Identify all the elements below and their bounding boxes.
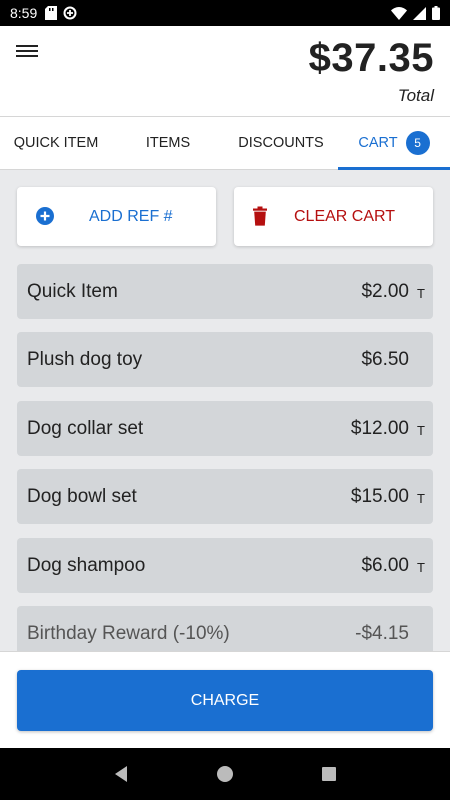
add-ref-button[interactable]: ADD REF # — [17, 187, 216, 246]
tax-indicator: T — [417, 491, 425, 506]
tab-label: CART — [358, 135, 398, 151]
charge-button[interactable]: CHARGE — [17, 670, 433, 731]
tax-indicator: T — [417, 560, 425, 575]
status-time: 8:59 — [10, 5, 38, 21]
item-price: $6.00 — [361, 554, 409, 576]
charge-label: CHARGE — [190, 691, 260, 709]
discount-amount: -$4.15 — [355, 622, 409, 644]
cart-list[interactable]: ADD REF # CLEAR CART Quick Item $2.00 T … — [0, 170, 450, 651]
status-bar: 8:59 — [0, 0, 450, 26]
tab-quick-item[interactable]: QUICK ITEM — [0, 117, 112, 169]
tab-cart[interactable]: CART 5 — [338, 117, 450, 170]
item-price: $15.00 — [350, 485, 409, 507]
add-ref-label: ADD REF # — [89, 207, 173, 225]
total-amount: $37.35 — [308, 36, 434, 80]
tab-items[interactable]: ITEMS — [112, 117, 224, 169]
wifi-icon — [391, 6, 407, 20]
tax-indicator: T — [417, 286, 425, 301]
home-circle-icon — [216, 766, 233, 782]
status-left-icons — [45, 6, 77, 20]
tab-label: DISCOUNTS — [238, 135, 324, 151]
cart-item-row[interactable]: Dog collar set $12.00 T — [17, 401, 433, 456]
signal-icon — [413, 6, 426, 20]
cart-item-row[interactable]: Dog shampoo $6.00 T — [17, 538, 433, 593]
cart-count-badge: 5 — [405, 131, 430, 155]
app-header: $37.35 Total — [0, 26, 450, 117]
back-button[interactable] — [113, 765, 129, 783]
recents-square-icon — [321, 767, 336, 781]
total-label: Total — [397, 86, 434, 105]
back-triangle-icon — [115, 766, 128, 782]
hamburger-menu-icon[interactable] — [16, 42, 38, 60]
item-price: $12.00 — [350, 417, 409, 439]
item-name: Plush dog toy — [27, 348, 143, 370]
trash-icon — [253, 206, 267, 226]
tab-bar: QUICK ITEM ITEMS DISCOUNTS CART 5 — [0, 117, 450, 170]
plus-circle-icon — [36, 207, 54, 225]
item-name: Quick Item — [27, 280, 118, 302]
sd-card-icon — [45, 6, 58, 20]
item-name: Dog shampoo — [27, 554, 146, 576]
status-right-icons — [391, 6, 440, 20]
discount-name: Birthday Reward (-10%) — [27, 622, 230, 644]
tab-label: QUICK ITEM — [13, 135, 99, 151]
cart-item-row[interactable]: Quick Item $2.00 T — [17, 264, 433, 319]
checkout-bar: CHARGE — [0, 651, 450, 748]
tab-discounts[interactable]: DISCOUNTS — [224, 117, 338, 169]
data-saver-icon — [63, 6, 77, 20]
battery-icon — [432, 6, 440, 20]
item-name: Dog collar set — [27, 417, 144, 439]
item-name: Dog bowl set — [27, 485, 137, 507]
discount-row[interactable]: Birthday Reward (-10%) -$4.15 — [17, 606, 433, 651]
clear-cart-label: CLEAR CART — [294, 207, 396, 225]
item-price: $2.00 — [361, 280, 409, 302]
home-button[interactable] — [216, 765, 234, 783]
tax-indicator: T — [417, 423, 425, 438]
tab-label: ITEMS — [145, 135, 191, 151]
recents-button[interactable] — [321, 766, 337, 782]
cart-item-row[interactable]: Plush dog toy $6.50 — [17, 332, 433, 387]
clear-cart-button[interactable]: CLEAR CART — [234, 187, 433, 246]
cart-item-row[interactable]: Dog bowl set $15.00 T — [17, 469, 433, 524]
item-price: $6.50 — [361, 348, 409, 370]
system-nav-bar — [0, 748, 450, 800]
